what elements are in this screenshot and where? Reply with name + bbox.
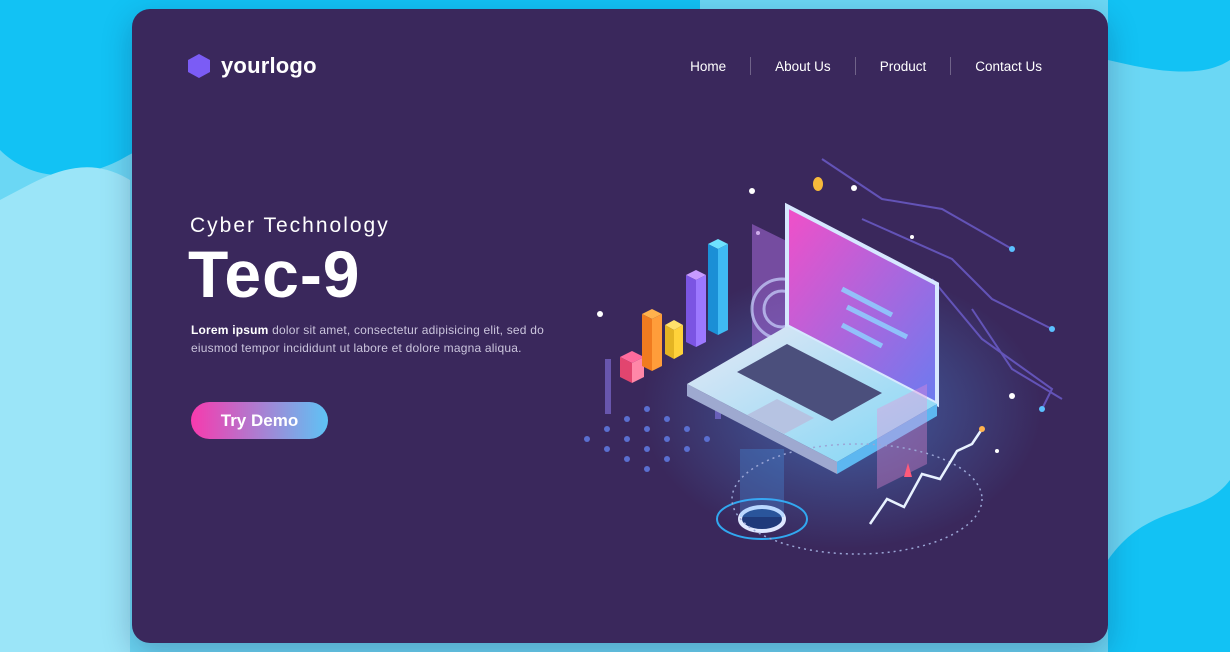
- hero-description-bold: Lorem ipsum: [191, 323, 269, 337]
- landing-card: yourlogo Home About Us Product Contact U…: [132, 9, 1108, 643]
- nav-about-us[interactable]: About Us: [751, 59, 855, 74]
- hexagon-icon: [188, 54, 210, 78]
- hero-subtitle: Cyber Technology: [190, 214, 390, 237]
- isometric-laptop-illustration: [584, 158, 1063, 555]
- nav-contact-us[interactable]: Contact Us: [951, 59, 1042, 74]
- logo-text: yourlogo: [221, 53, 317, 78]
- nav-product[interactable]: Product: [856, 59, 951, 74]
- hero-title: Tec-9: [188, 237, 361, 311]
- nav-home[interactable]: Home: [666, 59, 750, 74]
- hero-description: Lorem ipsum dolor sit amet, consectetur …: [191, 321, 551, 357]
- logo[interactable]: yourlogo: [187, 53, 317, 79]
- try-demo-button[interactable]: Try Demo: [191, 402, 328, 439]
- main-nav: Home About Us Product Contact Us: [666, 57, 1042, 75]
